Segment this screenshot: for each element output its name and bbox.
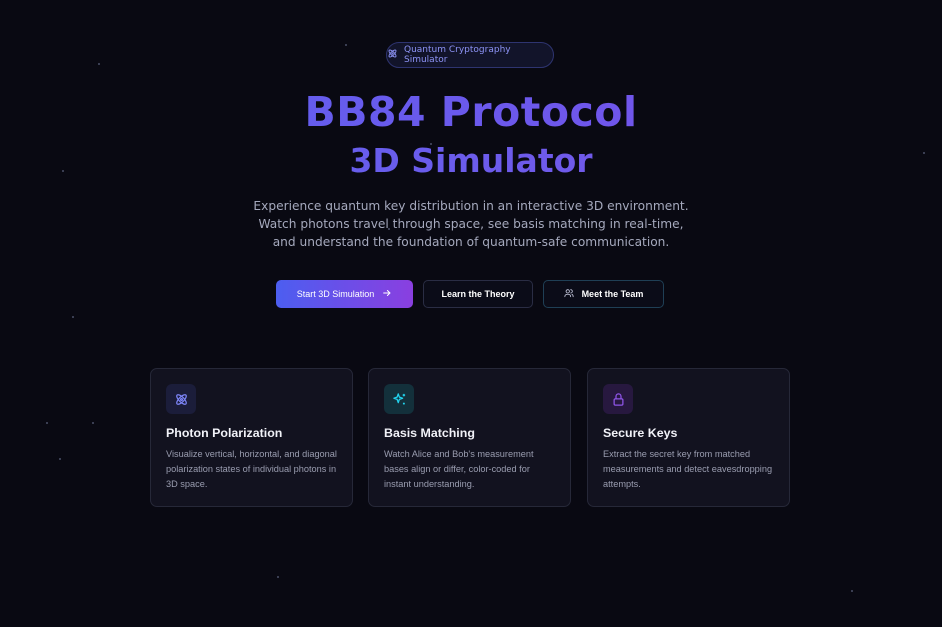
- app-badge: Quantum Cryptography Simulator: [386, 42, 554, 68]
- meet-team-label: Meet the Team: [581, 289, 644, 299]
- meet-team-button[interactable]: Meet the Team: [543, 280, 664, 308]
- sparkles-icon: [384, 384, 414, 414]
- hero-title: BB84 Protocol: [0, 86, 942, 138]
- start-simulation-button[interactable]: Start 3D Simulation: [276, 280, 413, 308]
- feature-description: Visualize vertical, horizontal, and diag…: [166, 449, 337, 489]
- feature-card-polarization: Photon Polarization Visualize vertical, …: [150, 368, 353, 507]
- atom-icon: [387, 48, 398, 62]
- hero-subtitle-title: 3D Simulator: [0, 138, 942, 184]
- arrow-right-icon: [382, 288, 392, 300]
- atom-icon: [166, 384, 196, 414]
- hero-description: Experience quantum key distribution in a…: [253, 199, 689, 249]
- feature-description: Watch Alice and Bob's measurement bases …: [384, 449, 534, 489]
- learn-theory-button[interactable]: Learn the Theory: [423, 280, 533, 308]
- learn-theory-label: Learn the Theory: [441, 289, 515, 299]
- feature-description: Extract the secret key from matched meas…: [603, 449, 773, 489]
- feature-title: Secure Keys: [603, 426, 678, 440]
- lock-icon: [603, 384, 633, 414]
- feature-title: Photon Polarization: [166, 426, 283, 440]
- start-simulation-label: Start 3D Simulation: [296, 289, 375, 299]
- users-icon: [563, 288, 574, 300]
- feature-card-secure-keys: Secure Keys Extract the secret key from …: [587, 368, 790, 507]
- feature-title: Basis Matching: [384, 426, 475, 440]
- feature-card-basis-matching: Basis Matching Watch Alice and Bob's mea…: [368, 368, 571, 507]
- badge-label: Quantum Cryptography Simulator: [404, 45, 511, 65]
